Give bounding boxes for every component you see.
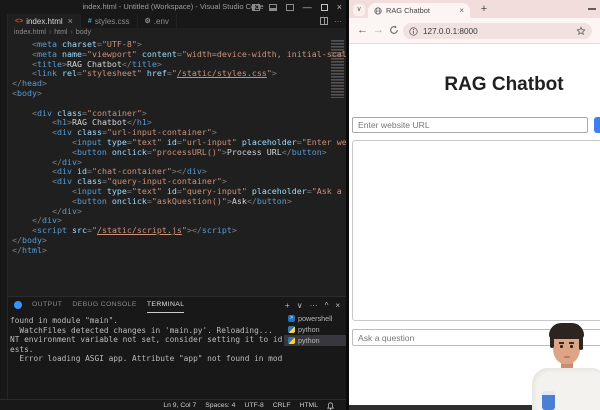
terminal-action-icon[interactable]: ×	[335, 301, 340, 310]
code-line: </head>	[12, 79, 346, 89]
close-button[interactable]: ×	[337, 0, 342, 14]
website-url-input[interactable]	[352, 117, 588, 133]
panel-chat-icon[interactable]	[14, 301, 22, 309]
breadcrumb-separator: ›	[49, 28, 51, 38]
browser-tab[interactable]: RAG Chatbot ×	[368, 3, 470, 18]
css-file-icon: #	[88, 18, 92, 25]
status-bar-items: Ln 9, Col 7 Spaces: 4 UTF-8 CRLF HTML	[163, 400, 334, 410]
tab-label: styles.css	[95, 17, 130, 26]
maximize-button[interactable]	[321, 4, 328, 11]
bookmark-star-icon[interactable]	[576, 26, 586, 36]
globe-icon	[374, 7, 382, 15]
powershell-icon: >	[288, 315, 295, 322]
person-drink-can	[542, 391, 555, 410]
notifications-bell-icon[interactable]	[327, 402, 334, 410]
editor-more-actions-icon[interactable]: ···	[334, 17, 342, 26]
panel-tab-debug-console[interactable]: DEBUG CONSOLE	[72, 297, 137, 313]
forward-icon[interactable]: →	[373, 18, 384, 44]
back-icon[interactable]: ←	[357, 18, 368, 44]
status-item[interactable]: HTML	[299, 402, 318, 409]
terminal-instance-label: powershell	[298, 314, 332, 323]
activity-bar-cropped	[0, 14, 8, 399]
process-url-button[interactable]: Process URL	[594, 117, 600, 133]
editor-tab-bar: <>index.html×#styles.css⚙.env	[8, 14, 346, 28]
code-line: <script src="/static/script.js"></script…	[12, 226, 346, 236]
code-line: <link rel="stylesheet" href="/static/sty…	[12, 69, 346, 79]
code-line: </div>	[12, 207, 346, 217]
python-icon	[288, 337, 295, 344]
webcam-overlay-person	[536, 322, 600, 410]
terminal-action-icon[interactable]: ···	[310, 301, 318, 310]
breadcrumb: index.html›html›body	[8, 28, 346, 38]
terminal-line: Error loading ASGI app. Attribute "app" …	[10, 354, 280, 364]
status-bar: Ln 9, Col 7 Spaces: 4 UTF-8 CRLF HTML	[0, 399, 346, 410]
python-icon	[288, 326, 295, 333]
editor[interactable]: <meta charset="UTF-8"> <meta name="viewp…	[8, 38, 346, 296]
browser-tab-title: RAG Chatbot	[386, 6, 455, 15]
bottom-panel: OUTPUT DEBUG CONSOLE TERMINAL + ∨ ··· ^ × foun…	[8, 296, 346, 399]
terminal-instance-label: python	[298, 336, 320, 345]
tab-label: .env	[154, 17, 169, 26]
terminal-instance-label: python	[298, 325, 320, 334]
terminal-actions: + ∨ ··· ^ ×	[285, 297, 340, 313]
terminal-line: WatchFiles detected changes in 'main.py'…	[10, 326, 280, 336]
url-text[interactable]: 127.0.0.1:8000	[423, 27, 571, 36]
split-editor-icon[interactable]	[320, 17, 328, 25]
site-info-icon[interactable]	[409, 27, 418, 36]
customize-layout-icon[interactable]	[286, 4, 294, 11]
terminal-action-icon[interactable]: ∨	[297, 301, 303, 310]
editor-tab-styles.css[interactable]: #styles.css	[81, 14, 138, 28]
vscode-titlebar[interactable]: index.html - Untitled (Workspace) - Visu…	[0, 0, 346, 14]
screen: index.html - Untitled (Workspace) - Visu…	[0, 0, 600, 410]
terminal-line: found in module "main".	[10, 316, 280, 326]
rag-chatbot-page: RAG Chatbot Process URL	[349, 44, 600, 410]
chat-container	[352, 140, 600, 321]
panel-tab-terminal[interactable]: TERMINAL	[147, 297, 185, 313]
tab-close-icon[interactable]: ×	[459, 6, 464, 15]
tab-search-icon[interactable]: ∨	[353, 4, 365, 16]
close-tab-icon[interactable]: ×	[68, 16, 73, 26]
editor-tab-index.html[interactable]: <>index.html ×	[8, 14, 81, 28]
breadcrumb-item[interactable]: body	[76, 28, 91, 38]
panel-tab-output[interactable]: OUTPUT	[32, 297, 62, 313]
browser-toolbar: ← → 127.0.0.1:8000	[349, 18, 600, 44]
status-item[interactable]: CRLF	[273, 402, 291, 409]
vscode-window-title: index.html - Untitled (Workspace) - Visu…	[82, 2, 263, 11]
browser-tabstrip: ∨ RAG Chatbot × +	[349, 0, 600, 18]
new-tab-button[interactable]: +	[477, 3, 491, 17]
page-title: RAG Chatbot	[352, 74, 600, 96]
terminal-line: NT environment variable not set, conside…	[10, 335, 280, 345]
editor-tab-.env[interactable]: ⚙.env	[138, 14, 177, 28]
breadcrumb-separator: ›	[70, 28, 72, 38]
terminal-instance-python[interactable]: python	[284, 335, 346, 346]
terminal-action-icon[interactable]: +	[285, 301, 290, 310]
code-area[interactable]: <meta charset="UTF-8"> <meta name="viewp…	[8, 38, 346, 256]
gear-file-icon: ⚙	[145, 17, 151, 25]
terminal-instance-powershell[interactable]: >powershell	[284, 313, 346, 324]
editor-tabs: <>index.html×#styles.css⚙.env	[8, 14, 177, 28]
browser-minimize-icon[interactable]	[588, 8, 596, 10]
address-bar[interactable]: 127.0.0.1:8000	[403, 23, 592, 39]
breadcrumb-item[interactable]: index.html	[14, 28, 46, 38]
html-file-icon: <>	[15, 18, 23, 25]
code-line: <body>	[12, 89, 346, 99]
terminal-output[interactable]: found in module "main". WatchFiles detec…	[8, 313, 282, 399]
terminal-instance-python[interactable]: python	[284, 324, 346, 335]
minimap[interactable]	[331, 40, 344, 98]
terminal-instance-list: >powershellpythonpython	[284, 313, 346, 399]
toggle-panel-icon[interactable]	[269, 4, 277, 11]
terminal-line: ests.	[10, 345, 280, 355]
code-line: </html>	[12, 246, 346, 256]
browser-window: ∨ RAG Chatbot × + ← →	[349, 0, 600, 410]
tab-label: index.html	[26, 17, 62, 26]
breadcrumb-item[interactable]: html	[54, 28, 67, 38]
minimize-button[interactable]: —	[303, 0, 312, 14]
status-item[interactable]: Ln 9, Col 7	[163, 402, 196, 409]
terminal-action-icon[interactable]: ^	[325, 301, 329, 310]
vscode-window: index.html - Untitled (Workspace) - Visu…	[0, 0, 346, 410]
code-line: </body>	[12, 236, 346, 246]
status-item[interactable]: Spaces: 4	[205, 402, 235, 409]
status-item[interactable]: UTF-8	[244, 402, 263, 409]
toggle-sidebar-icon[interactable]	[252, 4, 260, 11]
